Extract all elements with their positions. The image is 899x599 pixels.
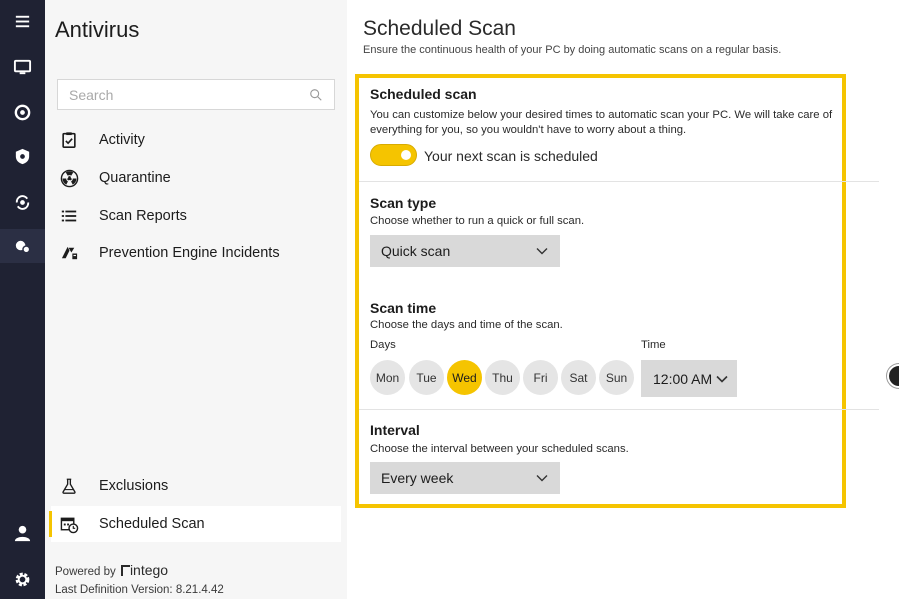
chevron-down-icon [536,248,548,255]
interval-dropdown[interactable]: Every week [370,462,560,494]
flask-icon [59,476,79,496]
scan-type-dropdown[interactable]: Quick scan [370,235,560,267]
brand-name: intego [129,562,169,578]
sidebar-footer: Powered by intego Last Definition Versio… [55,561,224,599]
interval-heading: Interval [370,422,420,438]
user-icon[interactable] [0,516,45,550]
incident-icon [59,243,79,263]
sidebar-item-label: Activity [99,132,145,148]
scan-ring-icon[interactable] [0,95,45,129]
sidebar-item-scheduled-scan[interactable]: Scheduled Scan [49,506,341,542]
list-icon [59,206,79,226]
scan-type-description: Choose whether to run a quick or full sc… [370,215,585,227]
search-icon[interactable] [309,88,323,102]
monitor-icon[interactable] [0,50,45,84]
scheduled-scan-panel: Scheduled scan You can customize below y… [355,74,879,508]
refresh-shield-icon[interactable] [0,185,45,219]
sidebar-item-label: Exclusions [99,478,169,494]
sidebar-item-scan-reports[interactable]: Scan Reports [51,198,341,234]
app-title: Antivirus [55,17,140,42]
calendar-clock-icon [59,514,79,534]
chevron-down-icon [536,475,548,482]
scheduled-scan-heading: Scheduled scan [370,86,477,102]
menu-icon[interactable] [0,4,45,38]
sidebar-item-label: Quarantine [99,170,171,186]
divider [359,181,879,182]
day-sat-button[interactable]: Sat [561,360,596,395]
search-box[interactable] [57,79,335,110]
sidebar-item-label: Scan Reports [99,208,187,224]
day-sun-button[interactable]: Sun [599,360,634,395]
day-mon-button[interactable]: Mon [370,360,405,395]
page-subtitle: Ensure the continuous health of your PC … [363,44,782,56]
day-wed-button[interactable]: Wed [447,360,482,395]
clipboard-check-icon [59,130,79,150]
page-title: Scheduled Scan [363,17,516,40]
scan-time-value: 12:00 AM [653,370,713,387]
sidebar-item-activity[interactable]: Activity [51,122,341,158]
icon-rail [0,0,45,599]
shield-icon[interactable] [0,139,45,173]
antivirus-icon[interactable] [0,229,45,263]
interval-value: Every week [381,470,454,486]
main-content: Scheduled Scan Ensure the continuous hea… [347,0,899,599]
sidebar-item-prevention-engine-incidents[interactable]: Prevention Engine Incidents [51,235,341,271]
sidebar: Antivirus Activity Quarantine Scan Repor… [45,0,347,599]
day-fri-button[interactable]: Fri [523,360,558,395]
radiation-icon [59,168,79,188]
scan-type-heading: Scan type [370,195,437,211]
search-input[interactable] [69,86,309,103]
divider [359,409,879,410]
gear-icon[interactable] [0,562,45,596]
time-label: Time [641,339,666,351]
sidebar-item-quarantine[interactable]: Quarantine [51,160,341,196]
day-thu-button[interactable]: Thu [485,360,520,395]
scan-time-description: Choose the days and time of the scan. [370,319,563,331]
schedule-toggle[interactable] [370,144,417,166]
floating-edge-button[interactable] [887,364,899,388]
toggle-knob [401,150,411,160]
chevron-down-icon [716,375,728,383]
scan-time-heading: Scan time [370,300,437,316]
definition-version: Last Definition Version: 8.21.4.42 [55,584,224,596]
days-label: Days [370,339,396,351]
sidebar-item-label: Prevention Engine Incidents [99,245,280,261]
scan-time-dropdown[interactable]: 12:00 AM [641,360,737,397]
scheduled-scan-description: You can customize below your desired tim… [370,109,833,136]
sidebar-item-label: Scheduled Scan [99,516,205,532]
interval-description: Choose the interval between your schedul… [370,443,629,455]
schedule-toggle-label: Your next scan is scheduled [424,148,598,164]
powered-by-label: Powered by [55,566,116,578]
sidebar-item-exclusions[interactable]: Exclusions [51,468,341,504]
intego-logo-icon [120,565,130,576]
scan-type-value: Quick scan [381,243,451,259]
day-tue-button[interactable]: Tue [409,360,444,395]
powered-by: Powered by intego [55,561,224,581]
